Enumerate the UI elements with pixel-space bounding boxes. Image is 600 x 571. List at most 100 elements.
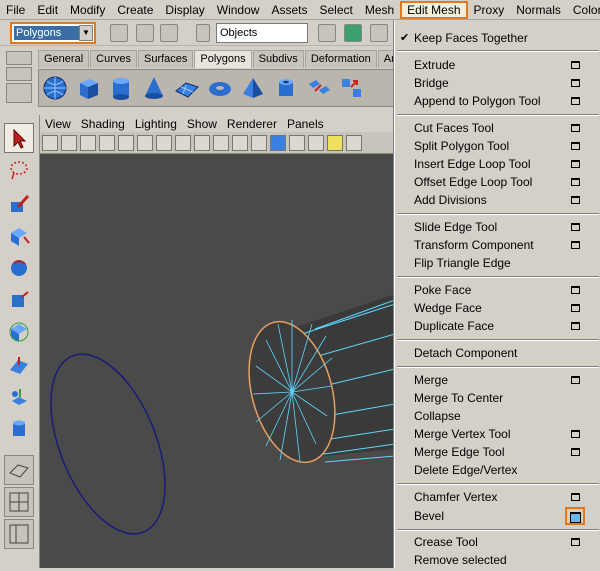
last-tool-icon[interactable] bbox=[4, 413, 34, 443]
object-mode-icon[interactable] bbox=[344, 24, 362, 42]
safe-title-icon[interactable] bbox=[232, 134, 248, 151]
option-box-icon[interactable] bbox=[571, 178, 580, 186]
menu-item-add-divisions[interactable]: Add Divisions bbox=[395, 191, 600, 209]
select-camera-icon[interactable] bbox=[42, 134, 58, 151]
wireframe-icon[interactable] bbox=[251, 134, 267, 151]
option-box-icon[interactable] bbox=[571, 79, 580, 87]
poly-cylinder[interactable] bbox=[235, 294, 396, 472]
poly-cylinder-icon[interactable] bbox=[108, 75, 134, 101]
menu-color[interactable]: Color bbox=[567, 1, 600, 19]
menu-item-merge-to-center[interactable]: Merge To Center bbox=[395, 389, 600, 407]
option-box-icon[interactable] bbox=[571, 124, 580, 132]
paint-select-tool-icon[interactable] bbox=[4, 189, 34, 219]
side-by-side-layout-icon[interactable] bbox=[4, 519, 34, 549]
menu-item-bridge[interactable]: Bridge bbox=[395, 74, 600, 92]
nurbs-circle[interactable] bbox=[40, 338, 188, 550]
option-box-icon[interactable] bbox=[571, 142, 580, 150]
menu-normals[interactable]: Normals bbox=[510, 1, 567, 19]
open-scene-icon[interactable] bbox=[136, 24, 154, 42]
menu-create[interactable]: Create bbox=[111, 1, 159, 19]
panel-menu-show[interactable]: Show bbox=[182, 117, 222, 131]
menu-item-poke-face[interactable]: Poke Face bbox=[395, 281, 600, 299]
menu-proxy[interactable]: Proxy bbox=[468, 1, 511, 19]
menu-item-remove-selected[interactable]: Remove selected bbox=[395, 551, 600, 569]
single-pane-layout-icon[interactable] bbox=[4, 455, 34, 485]
show-manipulator-icon[interactable] bbox=[4, 381, 34, 411]
menu-file[interactable]: File bbox=[0, 1, 31, 19]
camera-attributes-icon[interactable] bbox=[61, 134, 77, 151]
four-pane-layout-icon[interactable] bbox=[4, 487, 34, 517]
selection-mask-field[interactable]: Objects bbox=[216, 23, 308, 43]
tab-subdivs[interactable]: Subdivs bbox=[252, 50, 304, 68]
menu-item-duplicate-face[interactable]: Duplicate Face bbox=[395, 317, 600, 335]
menu-set-dropdown[interactable]: Polygons ▼ bbox=[10, 22, 96, 44]
poly-cube-icon[interactable] bbox=[75, 75, 101, 101]
wireframe-on-shaded-icon[interactable] bbox=[289, 134, 305, 151]
option-box-icon[interactable] bbox=[571, 61, 580, 69]
field-chart-icon[interactable] bbox=[194, 134, 210, 151]
option-box-icon[interactable] bbox=[571, 196, 580, 204]
option-box-icon[interactable] bbox=[571, 241, 580, 249]
smooth-shade-icon[interactable] bbox=[270, 134, 286, 151]
option-box-icon[interactable] bbox=[571, 538, 580, 546]
textured-icon[interactable] bbox=[308, 134, 324, 151]
menu-item-detach-component[interactable]: Detach Component bbox=[395, 344, 600, 362]
use-all-lights-icon[interactable] bbox=[327, 134, 343, 151]
menu-item-slide-edge[interactable]: Slide Edge Tool bbox=[395, 218, 600, 236]
menu-item-cut-faces[interactable]: Cut Faces Tool bbox=[395, 119, 600, 137]
menu-item-offset-edge-loop[interactable]: Offset Edge Loop Tool bbox=[395, 173, 600, 191]
menu-select[interactable]: Select bbox=[313, 1, 358, 19]
poly-pyramid-icon[interactable] bbox=[240, 75, 266, 101]
menu-item-split-polygon[interactable]: Split Polygon Tool bbox=[395, 137, 600, 155]
shadows-icon[interactable] bbox=[346, 134, 362, 151]
menu-assets[interactable]: Assets bbox=[265, 1, 313, 19]
move-tool-icon[interactable] bbox=[4, 221, 34, 251]
shelf-editor-button[interactable] bbox=[6, 67, 32, 81]
shelf-tab-menu-button[interactable] bbox=[6, 51, 32, 65]
menu-edit[interactable]: Edit bbox=[31, 1, 64, 19]
menu-modify[interactable]: Modify bbox=[64, 1, 111, 19]
safe-action-icon[interactable] bbox=[213, 134, 229, 151]
tab-polygons[interactable]: Polygons bbox=[194, 50, 252, 68]
gate-mask-icon[interactable] bbox=[175, 134, 191, 151]
component-mode-icon[interactable] bbox=[370, 24, 388, 42]
chevron-down-icon[interactable]: ▼ bbox=[79, 25, 93, 41]
bevel-option-box-icon[interactable] bbox=[565, 507, 585, 525]
shelf-menu-arrow[interactable] bbox=[6, 83, 32, 103]
soft-modification-icon[interactable] bbox=[4, 349, 34, 379]
poly-plane-icon[interactable] bbox=[174, 75, 200, 101]
menu-item-merge-edge-tool[interactable]: Merge Edge Tool bbox=[395, 443, 600, 461]
rotate-tool-icon[interactable] bbox=[4, 253, 34, 283]
option-box-icon[interactable] bbox=[571, 223, 580, 231]
film-gate-icon[interactable] bbox=[137, 134, 153, 151]
resolution-gate-icon[interactable] bbox=[156, 134, 172, 151]
menu-item-wedge-face[interactable]: Wedge Face bbox=[395, 299, 600, 317]
menu-item-flip-triangle-edge[interactable]: Flip Triangle Edge bbox=[395, 254, 600, 272]
menu-item-collapse[interactable]: Collapse bbox=[395, 407, 600, 425]
scale-tool-icon[interactable] bbox=[4, 285, 34, 315]
panel-menu-panels[interactable]: Panels bbox=[282, 117, 329, 131]
menu-display[interactable]: Display bbox=[159, 1, 210, 19]
tab-deformation[interactable]: Deformation bbox=[304, 50, 377, 68]
menu-item-bevel[interactable]: Bevel bbox=[395, 507, 600, 525]
panel-menu-lighting[interactable]: Lighting bbox=[130, 117, 182, 131]
menu-item-delete-edge-vertex[interactable]: Delete Edge/Vertex bbox=[395, 461, 600, 479]
poly-pipe-icon[interactable] bbox=[273, 75, 299, 101]
tab-surfaces[interactable]: Surfaces bbox=[137, 50, 194, 68]
separate-icon[interactable] bbox=[339, 75, 365, 101]
menu-item-merge-vertex-tool[interactable]: Merge Vertex Tool bbox=[395, 425, 600, 443]
option-box-icon[interactable] bbox=[571, 430, 580, 438]
panel-menu-shading[interactable]: Shading bbox=[76, 117, 130, 131]
combine-icon[interactable] bbox=[306, 75, 332, 101]
new-scene-icon[interactable] bbox=[110, 24, 128, 42]
image-plane-icon[interactable] bbox=[99, 134, 115, 151]
menu-item-keep-faces-together[interactable]: ✔ Keep Faces Together bbox=[395, 29, 600, 47]
tab-curves[interactable]: Curves bbox=[90, 50, 137, 68]
grid-icon[interactable] bbox=[118, 134, 134, 151]
lasso-tool-icon[interactable] bbox=[4, 155, 34, 185]
option-box-icon[interactable] bbox=[571, 97, 580, 105]
menu-item-merge[interactable]: Merge bbox=[395, 371, 600, 389]
universal-manipulator-icon[interactable] bbox=[4, 317, 34, 347]
selection-mode-icon[interactable] bbox=[196, 24, 210, 42]
perspective-viewport[interactable] bbox=[40, 154, 396, 568]
